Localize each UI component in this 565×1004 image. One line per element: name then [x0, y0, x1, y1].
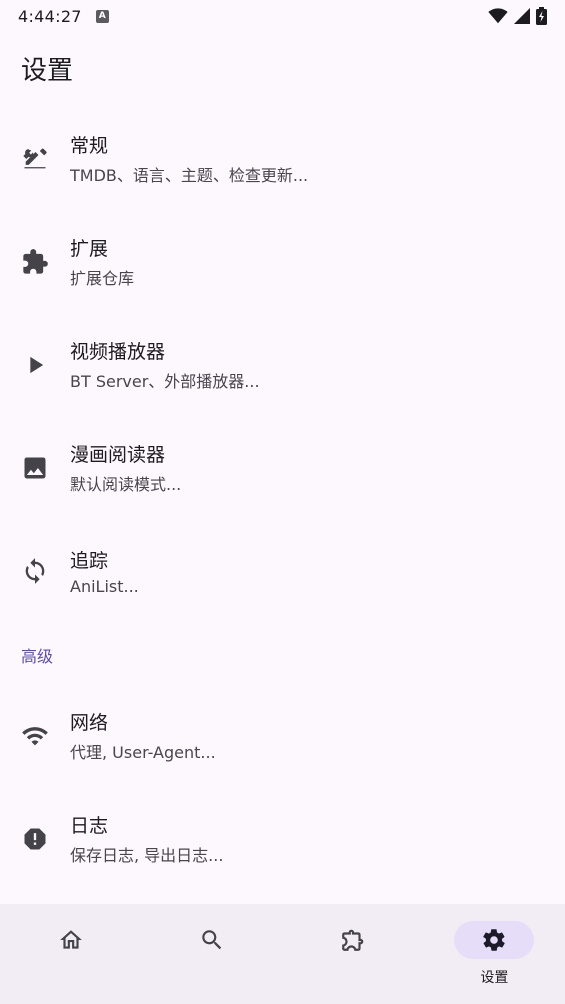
gear-icon — [483, 929, 506, 951]
settings-item-subtitle: 代理, User-Agent... — [70, 743, 216, 762]
settings-item-subtitle: 保存日志, 导出日志... — [70, 846, 224, 865]
settings-item-manga-reader[interactable]: 漫画阅读器 默认阅读模式... — [0, 416, 565, 519]
status-bar: 4:44:27 A — [0, 0, 565, 32]
puzzle-outline-icon — [342, 929, 364, 951]
settings-item-title: 常规 — [70, 135, 109, 157]
play-icon — [0, 351, 70, 379]
section-header-advanced: 高级 — [21, 647, 54, 666]
settings-item-subtitle: AniList... — [70, 576, 139, 596]
image-icon — [0, 454, 70, 482]
nav-item-search[interactable] — [141, 904, 282, 1004]
nav-label-settings: 设置 — [480, 970, 509, 986]
home-icon — [59, 930, 82, 949]
sync-icon — [0, 557, 70, 585]
cell-signal-icon — [514, 8, 530, 24]
settings-item-title: 漫画阅读器 — [70, 444, 166, 466]
settings-item-title: 网络 — [70, 712, 109, 734]
settings-item-network[interactable]: 网络 代理, User-Agent... — [0, 684, 565, 787]
settings-item-title: 日志 — [70, 815, 109, 837]
nav-item-extensions[interactable] — [283, 904, 424, 1004]
wifi-icon — [488, 8, 508, 24]
status-time: 4:44:27 — [18, 6, 82, 26]
wifi-icon — [0, 722, 70, 750]
puzzle-icon — [0, 248, 70, 276]
settings-item-extensions[interactable]: 扩展 扩展仓库 — [0, 210, 565, 313]
alert-octagon-icon — [0, 825, 70, 853]
search-icon — [202, 930, 222, 950]
nav-item-home[interactable] — [0, 904, 141, 1004]
settings-item-title: 扩展 — [70, 238, 109, 260]
nav-pill — [313, 921, 393, 959]
keyboard-notification-icon: A — [95, 9, 109, 23]
settings-item-tracking[interactable]: 追踪 AniList... — [0, 519, 565, 622]
settings-item-subtitle: BT Server、外部播放器... — [70, 372, 260, 391]
settings-item-general[interactable]: 常规 TMDB、语言、主题、检查更新... — [0, 107, 565, 210]
nav-pill-active — [454, 921, 535, 959]
settings-item-subtitle: 默认阅读模式... — [70, 475, 182, 494]
page-title: 设置 — [21, 56, 74, 86]
settings-item-title: 视频播放器 — [70, 341, 166, 363]
settings-screen: 4:44:27 A 设置 常规 TMDB、语言、主题、检查更新... 扩展 扩展… — [0, 0, 565, 1004]
nav-pill — [172, 921, 252, 959]
tools-icon — [0, 145, 70, 173]
settings-item-subtitle: 扩展仓库 — [70, 269, 135, 288]
battery-charging-icon — [536, 7, 547, 25]
bottom-navigation: 设置 — [0, 904, 565, 1004]
status-right — [488, 7, 547, 25]
settings-item-subtitle: TMDB、语言、主题、检查更新... — [70, 166, 309, 185]
settings-item-title: 追踪 — [70, 549, 109, 572]
settings-item-logs[interactable]: 日志 保存日志, 导出日志... — [0, 787, 565, 890]
settings-item-video-player[interactable]: 视频播放器 BT Server、外部播放器... — [0, 313, 565, 416]
nav-item-settings[interactable]: 设置 — [424, 904, 565, 1004]
nav-pill — [31, 921, 111, 959]
status-left: 4:44:27 A — [18, 7, 109, 26]
